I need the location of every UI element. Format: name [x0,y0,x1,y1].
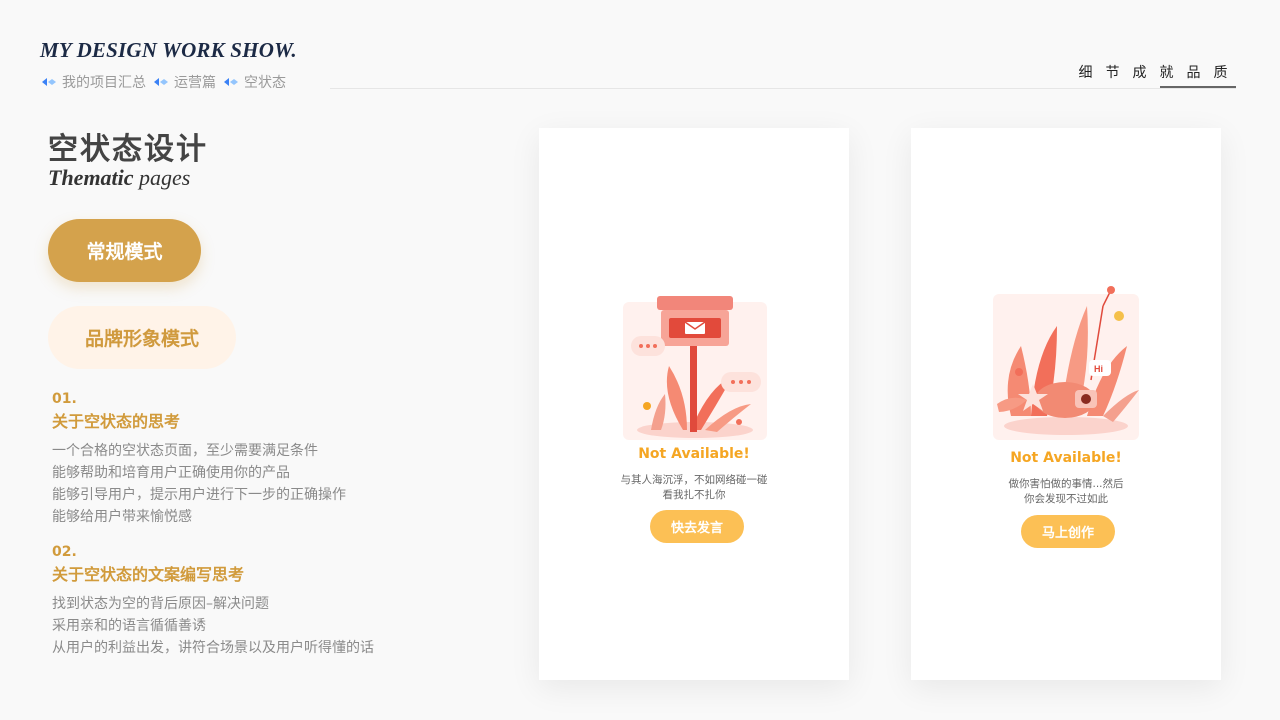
empty-state-card-2: Hi Not Available! 做你害怕做的事情...然后 你会发现不过如此… [911,128,1221,680]
diamond-arrow-icon [154,78,168,86]
breadcrumb-item-operations[interactable]: 运营篇 [154,72,216,92]
section-line: 找到状态为空的背后原因–解决问题 [52,596,269,612]
breadcrumb-label: 我的项目汇总 [62,75,146,91]
section-line: 能够给用户带来愉悦感 [52,509,192,525]
slogan-char: 质 [1213,66,1228,81]
breadcrumb-label: 运营篇 [174,75,216,91]
svg-text:Hi: Hi [1094,364,1103,374]
section-heading: 关于空状态的文案编写思考 [52,565,245,584]
mailbox-illustration [623,296,767,440]
section-line: 从用户的利益出发，讲符合场景以及用户听得懂的话 [52,640,374,656]
slogan-char: 品 [1186,66,1201,81]
subtitle-thin: pages [139,165,191,190]
section-line: 一个合格的空状态页面，至少需要满足条件 [52,443,318,459]
breadcrumb: 我的项目汇总 运营篇 空状态 [42,72,294,92]
normal-mode-button[interactable]: 常规模式 [48,219,201,282]
not-available-heading: Not Available! [638,446,750,462]
breadcrumb-label: 空状态 [244,75,286,91]
section-2: 02. 关于空状态的文案编写思考 找到状态为空的背后原因–解决问题 采用亲和的语… [52,544,374,659]
section-1: 01. 关于空状态的思考 一个合格的空状态页面，至少需要满足条件 能够帮助和培育… [52,391,346,528]
header-divider [330,88,1236,89]
section-line: 采用亲和的语言循循善诱 [52,618,206,634]
diamond-arrow-icon [224,78,238,86]
section-heading: 关于空状态的思考 [52,412,181,431]
page-title: 空状态设计 [48,132,208,167]
empty-state-message: 做你害怕做的事情...然后 [1008,478,1124,490]
plants-illustration: Hi [993,286,1139,440]
slogan-char: 成 [1132,66,1147,81]
slogan-char: 节 [1105,66,1120,81]
create-now-button[interactable]: 马上创作 [1021,515,1115,548]
empty-state-card-1: Not Available! 与其人海沉浮，不如网络碰一碰 看我扎不扎你 快去发… [539,128,849,680]
empty-state-message: 与其人海沉浮，不如网络碰一碰 [620,474,768,486]
section-line: 能够帮助和培育用户正确使用你的产品 [52,465,290,481]
empty-state-message: 你会发现不过如此 [1024,493,1108,505]
brand-mode-button[interactable]: 品牌形象模式 [48,306,236,369]
section-number: 02. [52,544,77,560]
slogan-char: 就 [1159,66,1174,81]
breadcrumb-item-projects[interactable]: 我的项目汇总 [42,72,146,92]
go-post-button[interactable]: 快去发言 [650,510,744,543]
subtitle-bold: Thematic [48,165,134,190]
not-available-heading: Not Available! [1010,450,1122,466]
breadcrumb-item-empty-state[interactable]: 空状态 [224,72,286,92]
empty-state-message: 看我扎不扎你 [662,489,726,501]
brand-title: MY DESIGN WORK SHOW. [40,38,297,62]
slogan-underline [1160,86,1236,88]
diamond-arrow-icon [42,78,56,86]
slogan: 细 节 成 就 品 质 [1072,62,1234,82]
section-number: 01. [52,391,77,407]
slogan-char: 细 [1078,66,1093,81]
page-subtitle: Thematic pages [48,165,190,191]
section-line: 能够引导用户，提示用户进行下一步的正确操作 [52,487,346,503]
